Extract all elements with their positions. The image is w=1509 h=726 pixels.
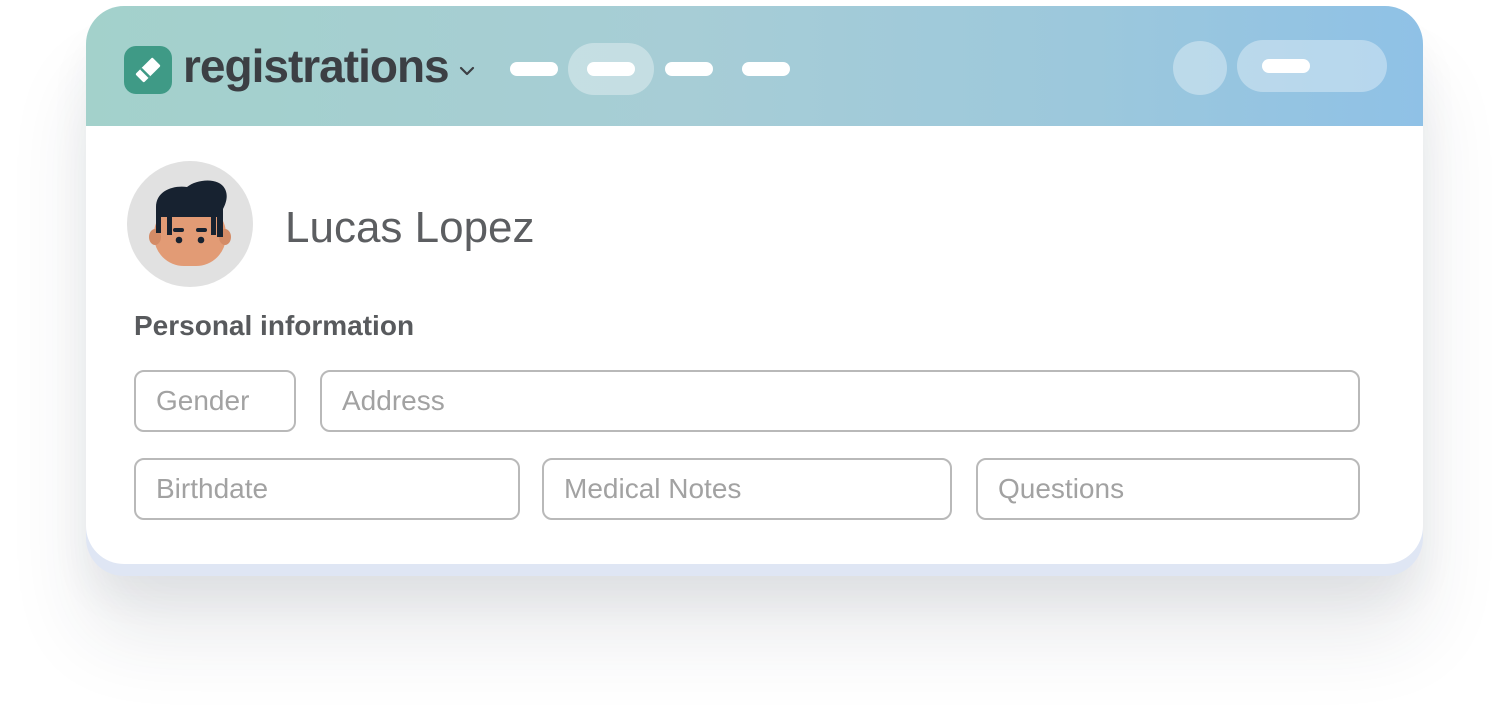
top-bar: registrations [86, 6, 1423, 126]
nav-item-4[interactable] [742, 62, 790, 76]
nav-item-3[interactable] [665, 62, 713, 76]
profile-button[interactable] [1173, 41, 1227, 95]
nav-item-2[interactable] [587, 62, 635, 76]
address-field[interactable] [320, 370, 1360, 432]
app-title[interactable]: registrations [183, 36, 450, 96]
avatar [127, 161, 253, 287]
nav-item-1[interactable] [510, 62, 558, 76]
birthdate-field[interactable] [134, 458, 520, 520]
questions-field[interactable] [976, 458, 1360, 520]
gender-field[interactable] [134, 370, 296, 432]
account-button-label [1262, 59, 1310, 73]
section-title: Personal information [134, 310, 415, 341]
registration-card: registrations Lucas Lopez Personal infor… [86, 6, 1423, 564]
page-stage: registrations Lucas Lopez Personal infor… [0, 0, 1509, 726]
chevron-down-icon[interactable] [456, 60, 478, 82]
person-avatar-icon [149, 180, 231, 266]
medical-notes-field[interactable] [542, 458, 952, 520]
account-button[interactable] [1237, 40, 1387, 92]
ticket-icon[interactable] [124, 46, 172, 94]
user-name: Lucas Lopez [285, 203, 535, 252]
